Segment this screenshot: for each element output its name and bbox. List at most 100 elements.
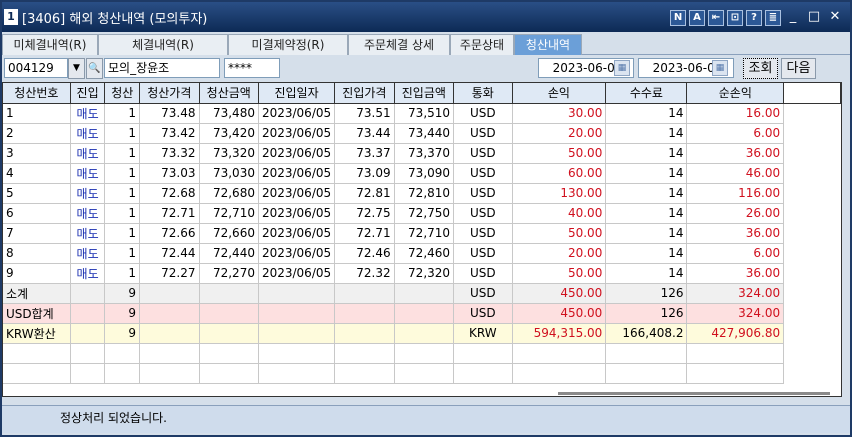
cell-진입금액: 73,090	[394, 163, 455, 184]
empty-cell	[258, 363, 336, 384]
cell-진입가격: 73.51	[334, 103, 395, 124]
row-filler	[783, 143, 841, 163]
cell-수수료: 14	[605, 103, 688, 124]
cell-진입금액	[394, 323, 455, 344]
column-header[interactable]: 수수료	[605, 83, 688, 104]
column-header[interactable]: 진입금액	[394, 83, 455, 104]
table-row[interactable]: 6 매도 1 72.71 72,710 2023/06/05 72.75 72,750 USD 4…	[3, 203, 841, 224]
cell-순손익: 324.00	[686, 283, 785, 304]
table-row[interactable]: USD합계 9 USD 450.00 126 324.00	[3, 303, 841, 324]
column-header[interactable]: 진입	[70, 83, 106, 104]
row-filler	[784, 343, 841, 363]
column-header[interactable]: 청산금액	[199, 83, 259, 104]
column-header[interactable]: 손익	[512, 83, 607, 104]
search-icon[interactable]: 🔍	[86, 58, 103, 79]
account-input[interactable]: 004129	[4, 58, 68, 78]
next-button[interactable]: 다음	[781, 58, 816, 79]
cell-손익: 450.00	[512, 283, 607, 304]
column-header[interactable]: 청산	[104, 83, 141, 104]
cell-진입	[70, 323, 106, 344]
cell-통화: USD	[453, 183, 513, 204]
cell-순손익: 46.00	[686, 163, 785, 184]
tab-2[interactable]: 미결제약정(R)	[228, 34, 348, 55]
table-row[interactable]: 5 매도 1 72.68 72,680 2023/06/05 72.81 72,810 USD 1…	[3, 183, 841, 204]
title-tool-button-icon[interactable]: ⇤	[708, 10, 724, 26]
empty-cell	[453, 343, 513, 364]
tab-1[interactable]: 체결내역(R)	[98, 34, 228, 55]
cell-진입: 매도	[70, 103, 106, 124]
tab-3[interactable]: 주문체결 상세	[348, 34, 450, 55]
minimize-icon[interactable]: _	[784, 10, 802, 26]
maximize-icon[interactable]: □	[805, 10, 823, 26]
title-bar: 1 [3406] 해외 청산내역 (모의투자) N A ⇤ ⊡? ≣ _ □ ✕	[2, 2, 850, 32]
title-tool-button-icon[interactable]: N	[670, 10, 686, 26]
calendar-icon[interactable]: ▦	[712, 60, 728, 76]
cell-청산: 1	[104, 143, 141, 164]
calendar-icon[interactable]: ▦	[614, 60, 630, 76]
table-row[interactable]: 9 매도 1 72.27 72,270 2023/06/05 72.32 72,320 USD 5…	[3, 263, 841, 284]
row-filler	[783, 223, 841, 243]
cell-진입가격: 72.71	[334, 223, 395, 244]
query-button[interactable]: 조회	[743, 58, 778, 79]
cell-손익: 40.00	[512, 203, 607, 224]
cell-진입: 매도	[70, 123, 106, 144]
cell-진입일자	[258, 303, 336, 324]
cell-청산번호: USD합계	[3, 303, 71, 324]
empty-cell	[70, 363, 106, 384]
cell-진입일자: 2023/06/05	[258, 223, 336, 244]
cell-진입금액	[394, 283, 455, 304]
cell-손익: 594,315.00	[512, 323, 607, 344]
empty-cell	[394, 363, 455, 384]
cell-진입가격	[334, 303, 395, 324]
tab-4[interactable]: 주문상태	[450, 34, 514, 55]
column-header[interactable]: 청산가격	[139, 83, 200, 104]
table-row[interactable]: 4 매도 1 73.03 73,030 2023/06/05 73.09 73,090 USD 6…	[3, 163, 841, 184]
cell-청산: 1	[104, 183, 141, 204]
title-tool-button-icon[interactable]: ≣	[765, 10, 781, 26]
cell-진입금액: 72,810	[394, 183, 455, 204]
close-icon[interactable]: ✕	[826, 10, 844, 26]
tab-0[interactable]: 미체결내역(R)	[2, 34, 98, 55]
account-dropdown-icon[interactable]: ▼	[68, 58, 85, 79]
cell-진입: 매도	[70, 163, 106, 184]
account-name-field: 모의_장윤조	[104, 58, 220, 78]
table-row[interactable]: 2 매도 1 73.42 73,420 2023/06/05 73.44 73,440 USD 2…	[3, 123, 841, 144]
cell-진입일자: 2023/06/05	[258, 263, 336, 284]
table-row[interactable]: 3 매도 1 73.32 73,320 2023/06/05 73.37 73,370 USD 5…	[3, 143, 841, 164]
title-tool-button-icon[interactable]: ?	[746, 10, 762, 26]
password-input[interactable]: ****	[224, 58, 280, 78]
table-row[interactable]: 소계 9 USD 450.00 126 324.00	[3, 283, 841, 304]
column-header[interactable]: 청산번호	[3, 83, 71, 104]
column-header[interactable]: 진입가격	[334, 83, 395, 104]
tab-5[interactable]: 청산내역	[514, 34, 582, 55]
cell-수수료: 126	[605, 283, 688, 304]
cell-청산금액	[199, 323, 259, 344]
cell-손익: 130.00	[512, 183, 607, 204]
column-header[interactable]: 통화	[453, 83, 513, 104]
cell-통화: USD	[453, 103, 513, 124]
cell-진입금액: 73,370	[394, 143, 455, 164]
column-header[interactable]: 순손익	[686, 83, 785, 104]
column-header[interactable]: 진입일자	[258, 83, 336, 104]
empty-cell	[512, 343, 607, 364]
table-row[interactable]: 1 매도 1 73.48 73,480 2023/06/05 73.51 73,510 USD 3…	[3, 103, 841, 124]
title-tool-button-icon[interactable]: ⊡	[727, 10, 743, 26]
empty-cell	[3, 363, 71, 384]
cell-청산금액: 72,270	[199, 263, 259, 284]
cell-청산가격: 72.44	[139, 243, 200, 264]
cell-진입일자	[258, 283, 336, 304]
cell-수수료: 14	[605, 223, 688, 244]
cell-진입일자: 2023/06/05	[258, 163, 336, 184]
cell-손익: 30.00	[512, 103, 607, 124]
cell-진입: 매도	[70, 143, 106, 164]
horizontal-scrollbar[interactable]	[558, 392, 830, 395]
cell-진입: 매도	[70, 183, 106, 204]
cell-청산: 9	[104, 303, 141, 324]
table-row[interactable]: 8 매도 1 72.44 72,440 2023/06/05 72.46 72,460 USD 2…	[3, 243, 841, 264]
table-row[interactable]: 7 매도 1 72.66 72,660 2023/06/05 72.71 72,710 USD 5…	[3, 223, 841, 244]
cell-청산번호: 소계	[3, 283, 71, 304]
title-tool-button-icon[interactable]: A	[689, 10, 705, 26]
table-row[interactable]: KRW환산 9 KRW 594,315.00 166,408.2 427,906.80	[3, 323, 841, 344]
cell-청산번호: KRW환산	[3, 323, 71, 344]
cell-청산가격: 73.42	[139, 123, 200, 144]
